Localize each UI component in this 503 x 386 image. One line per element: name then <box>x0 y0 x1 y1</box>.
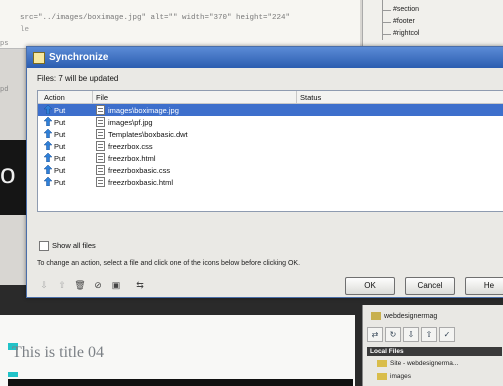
file-action: Put <box>54 106 66 115</box>
file-row[interactable]: Put freezrbox.css <box>38 140 503 152</box>
file-action: Put <box>54 178 66 187</box>
file-action: Put <box>54 142 66 151</box>
file-icon <box>96 141 105 151</box>
list-header: Action File Status <box>38 91 503 104</box>
put-files-icon[interactable]: ⇧ <box>421 327 437 342</box>
check-out-icon[interactable]: ✓ <box>439 327 455 342</box>
ok-button[interactable]: OK <box>345 277 395 295</box>
column-header-action[interactable]: Action <box>44 93 65 102</box>
file-name: freezrbox.html <box>108 154 156 163</box>
design-view-text: o <box>0 158 16 189</box>
file-action: Put <box>54 130 66 139</box>
delete-icon[interactable]: 🗑 <box>73 279 87 292</box>
ignore-icon[interactable]: ⊘ <box>91 279 105 292</box>
put-arrow-icon <box>44 141 52 150</box>
file-name: images\boximage.jpg <box>108 106 179 115</box>
element-tag-marker <box>8 372 18 377</box>
compare-icon[interactable]: ⇆ <box>133 279 147 292</box>
file-name: Templates\boxbasic.dwt <box>108 130 188 139</box>
synchronize-dialog: Synchronize Files: 7 will be updated Act… <box>26 46 503 298</box>
file-action: Put <box>54 118 66 127</box>
files-toolbar: ⇄ ↻ ⇩ ⇧ ✓ <box>367 327 499 342</box>
dialog-title: Synchronize <box>49 52 109 63</box>
design-view-fragment: o <box>0 140 28 215</box>
tree-item-footer[interactable]: #footer <box>383 18 415 25</box>
document-heading: This is title 04 <box>12 344 104 361</box>
show-all-files-checkbox[interactable]: Show all files <box>39 241 96 252</box>
sync-file-list[interactable]: Action File Status Put images\boximage.jp… <box>37 90 503 212</box>
site-name[interactable]: webdesignermag <box>384 313 437 320</box>
site-root-item[interactable]: Site - webdesignerma... <box>377 360 458 367</box>
file-action: Put <box>54 166 66 175</box>
dialog-title-bar[interactable]: Synchronize <box>27 47 503 68</box>
column-divider[interactable] <box>92 91 93 103</box>
dreamweaver-app-icon <box>33 52 45 64</box>
code-line: src="../images/boximage.jpg" alt="" widt… <box>20 14 291 22</box>
file-name: freezrboxbasic.css <box>108 166 171 175</box>
file-name: freezrbox.css <box>108 142 153 151</box>
get-icon[interactable]: ⇩ <box>37 279 51 292</box>
help-button[interactable]: He <box>465 277 503 295</box>
file-row[interactable]: Put Templates\boxbasic.dwt <box>38 128 503 140</box>
code-view[interactable]: src="../images/boximage.jpg" alt="" widt… <box>0 0 360 49</box>
file-row[interactable]: Put images\pf.jpg <box>38 116 503 128</box>
put-arrow-icon <box>44 177 52 186</box>
tree-item-section[interactable]: #section <box>382 6 419 13</box>
put-arrow-icon <box>44 129 52 138</box>
code-gutter-text: ps <box>0 40 9 48</box>
code-line: le <box>20 26 30 34</box>
folder-icon <box>377 373 387 380</box>
file-icon <box>96 165 105 175</box>
put-arrow-icon <box>44 117 52 126</box>
get-files-icon[interactable]: ⇩ <box>403 327 419 342</box>
checkbox-box[interactable] <box>39 241 49 252</box>
folder-icon <box>371 312 381 320</box>
file-row[interactable]: Put freezrboxbasic.css <box>38 164 503 176</box>
local-files-header: Local Files <box>367 347 502 356</box>
synchronized-icon[interactable]: ▣ <box>109 279 123 292</box>
file-icon <box>96 117 105 127</box>
cancel-button[interactable]: Cancel <box>405 277 455 295</box>
tree-item-rightcol[interactable]: #rightcol <box>382 30 419 37</box>
column-header-file[interactable]: File <box>96 93 108 102</box>
file-name: freezrboxbasic.html <box>108 178 174 187</box>
put-icon[interactable]: ⇧ <box>55 279 69 292</box>
file-icon <box>96 129 105 139</box>
column-header-status[interactable]: Status <box>300 93 321 102</box>
file-action: Put <box>54 154 66 163</box>
file-icon <box>96 105 105 115</box>
connect-icon[interactable]: ⇄ <box>367 327 383 342</box>
put-arrow-icon <box>44 165 52 174</box>
put-arrow-icon <box>44 153 52 162</box>
design-view-bar <box>8 379 353 386</box>
file-row[interactable]: Put freezrboxbasic.html <box>38 176 503 188</box>
file-row[interactable]: Put freezrbox.html <box>38 152 503 164</box>
images-folder-item[interactable]: images <box>377 373 411 380</box>
file-name: images\pf.jpg <box>108 118 153 127</box>
file-icon <box>96 177 105 187</box>
file-row[interactable]: Put images\boximage.jpg <box>38 104 503 116</box>
put-arrow-icon <box>44 105 52 114</box>
files-panel: webdesignermag ⇄ ↻ ⇩ ⇧ ✓ Local Files Sit… <box>362 305 503 386</box>
code-gutter-text: pd <box>0 86 9 94</box>
instructions-text: To change an action, select a file and c… <box>37 260 301 267</box>
show-all-files-label: Show all files <box>52 241 96 250</box>
file-icon <box>96 153 105 163</box>
dom-tree-panel: #section #footer #rightcol <box>362 0 503 50</box>
refresh-icon[interactable]: ↻ <box>385 327 401 342</box>
column-divider[interactable] <box>296 91 297 103</box>
folder-icon <box>377 360 387 367</box>
files-count-label: Files: 7 will be updated <box>37 74 119 83</box>
